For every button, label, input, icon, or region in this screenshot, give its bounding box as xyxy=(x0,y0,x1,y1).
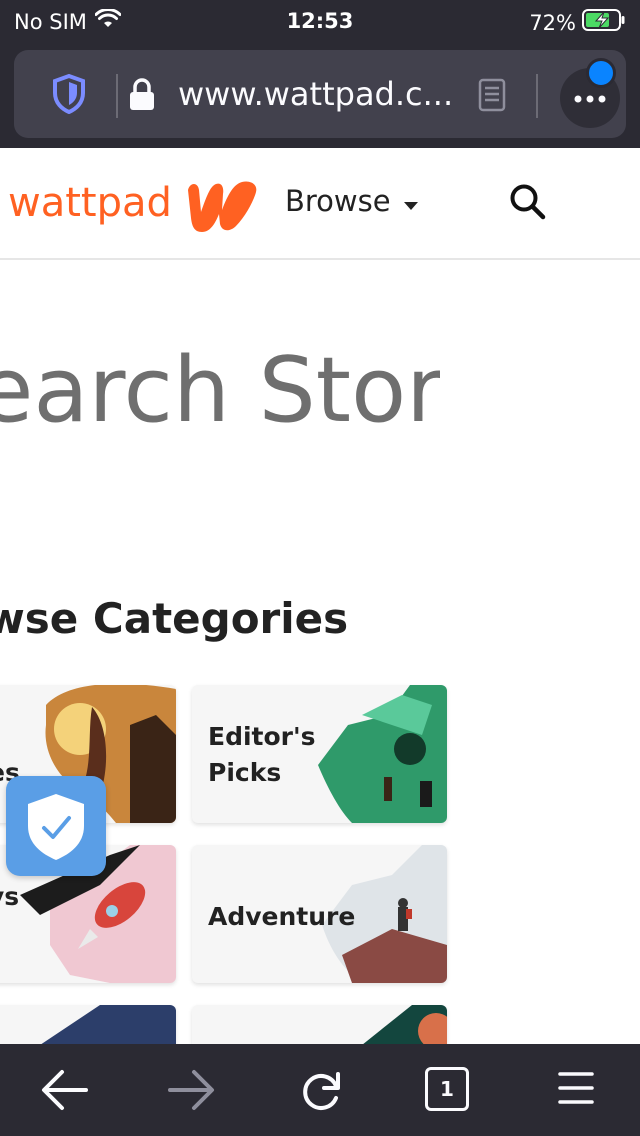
battery-percent: 72% xyxy=(529,10,576,35)
battery-charging-icon xyxy=(582,9,626,36)
browser-toolbar: 1 xyxy=(0,1044,640,1136)
reader-view-icon[interactable] xyxy=(478,78,506,117)
wattpad-w-logo-icon[interactable] xyxy=(184,176,264,241)
category-card[interactable] xyxy=(192,1005,447,1044)
url-divider xyxy=(536,74,538,118)
browser-url-bar-area: www.wattpad.c... xyxy=(0,44,640,148)
category-label: ys xyxy=(0,882,20,911)
notification-badge xyxy=(586,58,616,88)
categories-heading: wse Categories xyxy=(0,594,349,643)
url-text[interactable]: www.wattpad.c... xyxy=(178,75,453,113)
forward-arrow-icon[interactable] xyxy=(168,1068,216,1117)
lock-icon[interactable] xyxy=(128,78,156,117)
category-card[interactable]: Editor's Picks xyxy=(192,685,447,823)
site-header: wattpad Browse xyxy=(0,148,640,260)
category-label: Adventure xyxy=(208,902,356,931)
battery-group: 72% xyxy=(529,9,626,36)
browse-menu-button[interactable]: Browse xyxy=(285,184,419,218)
hero-title: earch Storie xyxy=(0,338,440,443)
back-arrow-icon[interactable] xyxy=(40,1068,88,1117)
category-card[interactable]: Adventure xyxy=(192,845,447,983)
hamburger-menu-icon[interactable] xyxy=(556,1068,596,1113)
web-page: wattpad Browse earch Storie wse Categori… xyxy=(0,148,640,1044)
tabs-button[interactable]: 1 xyxy=(425,1067,469,1111)
wattpad-logo-text[interactable]: wattpad xyxy=(8,180,172,226)
url-divider xyxy=(116,74,118,118)
category-illustration xyxy=(363,1005,447,1044)
status-bar: No SIM 12:53 72% xyxy=(0,0,640,44)
category-illustration xyxy=(41,1005,176,1044)
search-icon[interactable] xyxy=(508,182,548,227)
privacy-shield-button[interactable] xyxy=(6,776,106,876)
browse-label: Browse xyxy=(285,184,391,218)
address-bar[interactable]: www.wattpad.c... xyxy=(14,50,626,138)
tracking-protection-shield-icon[interactable] xyxy=(52,73,86,119)
caret-down-icon xyxy=(403,184,419,218)
category-card[interactable] xyxy=(0,1005,176,1044)
shield-check-icon xyxy=(28,794,84,860)
reload-icon[interactable] xyxy=(298,1068,344,1119)
category-label: Editor's Picks xyxy=(208,722,316,787)
